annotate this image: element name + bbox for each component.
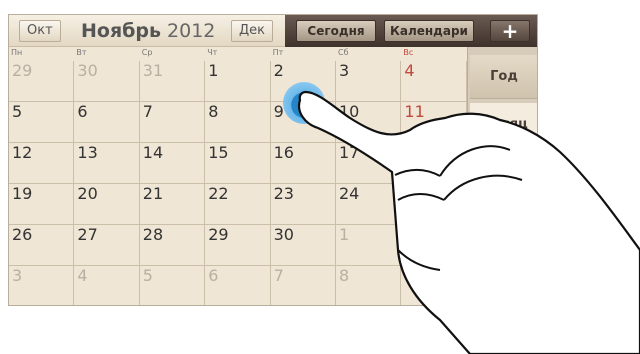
today-button[interactable]: Сегодня	[296, 20, 376, 42]
prev-month-button[interactable]: Окт	[19, 20, 61, 42]
day-cell[interactable]: 8	[205, 102, 271, 143]
month-title: Ноябрь 2012	[81, 19, 215, 43]
day-cell[interactable]: 4	[401, 61, 467, 102]
day-cell[interactable]: 31	[139, 61, 206, 102]
day-cell[interactable]: 27	[74, 225, 140, 266]
day-cell[interactable]: 11	[401, 102, 467, 143]
day-cell[interactable]: 7	[139, 102, 206, 143]
calendar-header: Окт Ноябрь 2012 Дек Сегодня Календари +	[9, 15, 537, 47]
next-month-button[interactable]: Дек	[231, 20, 274, 42]
day-cell[interactable]: 2	[401, 225, 467, 266]
day-cell[interactable]: 18	[401, 143, 467, 184]
day-cell[interactable]: 21	[139, 184, 206, 225]
day-cell[interactable]: 13	[74, 143, 140, 184]
day-cell[interactable]: 24	[336, 184, 402, 225]
day-cell[interactable]: 9	[401, 266, 467, 305]
day-cell[interactable]: 29	[9, 61, 75, 102]
tab-week[interactable]	[470, 151, 537, 181]
day-cell[interactable]: 25	[401, 184, 467, 225]
month-grid: Пн Вт Ср Чт Пт Сб Вс 29 30 31 1 2 3 4 5 6 7 8 9 10 11 12 13 14 1…	[9, 47, 467, 305]
day-cell[interactable]: 10	[336, 102, 402, 143]
calendar-app: Окт Ноябрь 2012 Дек Сегодня Календари + П…	[8, 14, 538, 306]
day-cell[interactable]: 4	[74, 266, 140, 305]
day-cell[interactable]: 3	[9, 266, 75, 305]
view-tabs: Год Месяц	[467, 47, 537, 305]
day-cell[interactable]: 6	[74, 102, 140, 143]
day-cell[interactable]: 29	[205, 225, 271, 266]
day-cell[interactable]: 1	[336, 225, 402, 266]
weekday-fri: Пт	[272, 48, 284, 57]
calendars-button[interactable]: Календари	[384, 20, 474, 42]
weekday-tue: Вт	[76, 48, 87, 57]
day-cell[interactable]: 22	[205, 184, 271, 225]
day-cell[interactable]: 3	[336, 61, 402, 102]
day-cell[interactable]: 8	[336, 266, 402, 305]
day-cell[interactable]: 7	[271, 266, 336, 305]
day-cell[interactable]: 23	[270, 184, 336, 225]
day-cell[interactable]: 14	[139, 143, 206, 184]
toolbar: Сегодня Календари +	[285, 15, 537, 47]
day-cell[interactable]: 1	[205, 61, 271, 102]
weekday-sun: Вс	[403, 48, 414, 57]
day-cell[interactable]: 5	[140, 266, 206, 305]
day-cell[interactable]: 6	[205, 266, 271, 305]
day-cell[interactable]: 12	[9, 143, 75, 184]
day-cell[interactable]: 15	[205, 143, 271, 184]
tab-month[interactable]: Месяц	[470, 103, 537, 147]
day-cell[interactable]: 26	[9, 225, 75, 266]
month-name: Ноябрь	[81, 20, 162, 42]
day-cell[interactable]: 30	[270, 225, 336, 266]
touch-point-icon	[283, 82, 325, 124]
weekday-mon: Пн	[11, 48, 23, 57]
day-cell[interactable]: 5	[9, 102, 75, 143]
day-cell[interactable]: 17	[336, 143, 402, 184]
day-cell[interactable]: 28	[139, 225, 206, 266]
day-cell[interactable]: 19	[9, 184, 75, 225]
day-cell[interactable]: 16	[270, 143, 336, 184]
year-label: 2012	[167, 20, 216, 42]
day-cell[interactable]: 20	[74, 184, 140, 225]
day-cell[interactable]: 30	[74, 61, 140, 102]
weekday-thu: Чт	[207, 48, 218, 57]
weekday-wed: Ср	[141, 48, 153, 57]
add-event-button[interactable]: +	[490, 20, 530, 42]
weekday-sat: Сб	[338, 48, 349, 57]
tab-year[interactable]: Год	[470, 55, 537, 99]
